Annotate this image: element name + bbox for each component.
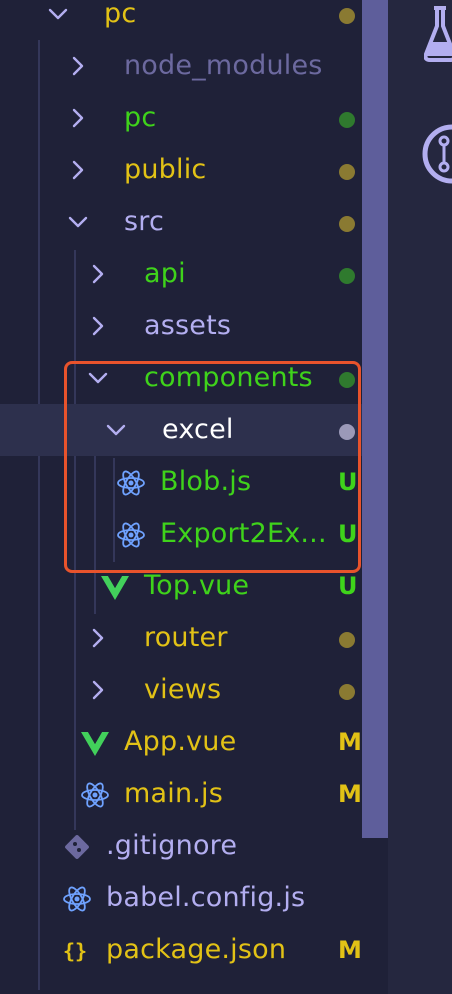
- chevron-down-icon[interactable]: [48, 4, 68, 24]
- file-row[interactable]: main.js M: [0, 768, 362, 820]
- file-label: Top.vue: [144, 570, 250, 601]
- git-status-badge: M: [338, 936, 362, 964]
- source-control-icon[interactable]: [422, 124, 452, 184]
- file-row[interactable]: {} package.json M: [0, 924, 362, 976]
- svg-text:{}: {}: [63, 939, 87, 963]
- folder-row[interactable]: router: [0, 612, 362, 664]
- file-explorer: pc node_modules pc public src api assets compon…: [0, 0, 362, 994]
- folder-label: pc: [104, 0, 137, 29]
- git-status-dot: [339, 8, 355, 24]
- chevron-right-icon[interactable]: [88, 264, 108, 284]
- folder-row[interactable]: views: [0, 664, 362, 716]
- folder-row[interactable]: api: [0, 248, 362, 300]
- git-icon: [62, 832, 92, 862]
- chevron-down-icon[interactable]: [68, 212, 88, 232]
- git-status-dot: [339, 216, 355, 232]
- folder-label: public: [124, 154, 207, 185]
- file-label: .gitignore: [106, 830, 238, 861]
- folder-label: node_modules: [124, 50, 323, 81]
- git-status-badge: M: [338, 780, 362, 808]
- git-status-dot: [339, 684, 355, 700]
- folder-row[interactable]: src: [0, 196, 362, 248]
- explorer-scrollbar[interactable]: [362, 0, 388, 838]
- git-status-badge: U: [338, 572, 358, 600]
- chevron-right-icon[interactable]: [88, 680, 108, 700]
- folder-label: views: [144, 674, 222, 705]
- vue-icon: [100, 572, 130, 602]
- git-status-dot: [339, 164, 355, 180]
- folder-label: api: [144, 258, 186, 289]
- git-status-dot: [339, 112, 355, 128]
- vue-icon: [80, 728, 110, 758]
- file-row[interactable]: App.vue M: [0, 716, 362, 768]
- git-status-dot: [339, 632, 355, 648]
- chevron-right-icon[interactable]: [68, 108, 88, 128]
- chevron-right-icon[interactable]: [88, 628, 108, 648]
- file-row[interactable]: babel.config.js: [0, 872, 362, 924]
- folder-label: pc: [124, 102, 157, 133]
- folder-row[interactable]: assets: [0, 300, 362, 352]
- testing-flask-icon[interactable]: [423, 2, 452, 62]
- folder-label: assets: [144, 310, 232, 341]
- chevron-right-icon[interactable]: [88, 316, 108, 336]
- file-row[interactable]: .gitignore: [0, 820, 362, 872]
- folder-row[interactable]: pc: [0, 92, 362, 144]
- file-label: package.json: [106, 934, 287, 965]
- git-status-badge: M: [338, 728, 362, 756]
- file-label: App.vue: [124, 726, 237, 757]
- file-label: main.js: [124, 778, 224, 809]
- folder-label: router: [144, 622, 228, 653]
- chevron-right-icon[interactable]: [68, 56, 88, 76]
- git-status-dot: [339, 268, 355, 284]
- folder-row[interactable]: pc: [0, 0, 362, 40]
- annotation-highlight-box: [64, 361, 361, 573]
- activity-bar: [388, 0, 452, 994]
- react-icon: [80, 780, 110, 810]
- folder-row[interactable]: node_modules: [0, 40, 362, 92]
- file-label: babel.config.js: [106, 882, 306, 913]
- react-icon: [62, 884, 92, 914]
- json-icon: {}: [62, 936, 92, 966]
- folder-row[interactable]: public: [0, 144, 362, 196]
- folder-label: src: [124, 206, 165, 237]
- chevron-right-icon[interactable]: [68, 160, 88, 180]
